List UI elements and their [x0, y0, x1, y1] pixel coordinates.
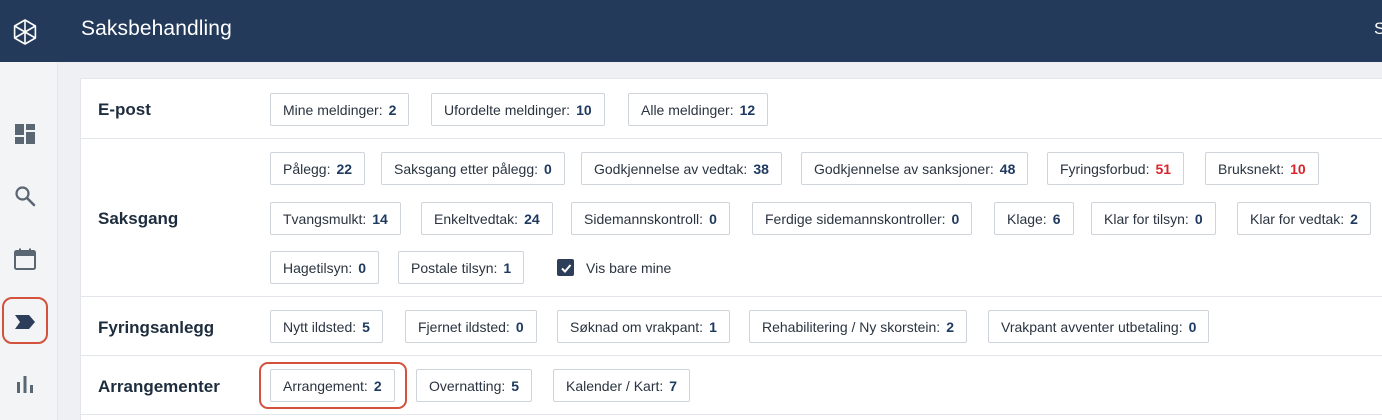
section-epost: E-post Mine meldinger: 2 Ufordelte meldin…: [81, 79, 1382, 139]
chip-fyringsforbud[interactable]: Fyringsforbud: 51: [1047, 152, 1185, 185]
vis-bare-mine-label: Vis bare mine: [586, 259, 672, 276]
chip-godkjennelse-sanksjoner[interactable]: Godkjennelse av sanksjoner: 48: [801, 152, 1029, 185]
dashboard-icon: [15, 124, 35, 144]
chip-ferdige-sidemannskontroller[interactable]: Ferdige sidemannskontroller: 0: [752, 202, 973, 235]
section-fyringsanlegg: Fyringsanlegg Nytt ildsted: 5 Fjernet ild…: [81, 297, 1382, 356]
chip-postale-tilsyn[interactable]: Postale tilsyn: 1: [398, 251, 525, 284]
chip-bruksnekt[interactable]: Bruksnekt: 10: [1205, 152, 1319, 185]
chip-kalender-kart[interactable]: Kalender / Kart: 7: [553, 369, 691, 402]
checkbox-checked-icon[interactable]: [557, 259, 574, 276]
search-icon: [15, 186, 36, 207]
section-label-saksgang: Saksgang: [98, 209, 179, 228]
chip-palegg[interactable]: Pålegg: 22: [270, 152, 366, 185]
section-label-fyringsanlegg: Fyringsanlegg: [98, 318, 215, 337]
chip-nytt-ildsted[interactable]: Nytt ildsted: 5: [270, 310, 383, 343]
chip-klar-for-vedtak[interactable]: Klar for vedtak: 2: [1237, 202, 1371, 235]
chip-saksgang-etter-palegg[interactable]: Saksgang etter pålegg: 0: [381, 152, 565, 185]
chip-enkeltvedtak[interactable]: Enkeltvedtak: 24: [421, 202, 553, 235]
chip-tvangsmulkt[interactable]: Tvangsmulkt: 14: [270, 202, 401, 235]
chip-rehabilitering-ny-skorstein[interactable]: Rehabilitering / Ny skorstein: 2: [749, 310, 967, 343]
app-logo-icon[interactable]: [10, 17, 40, 47]
chip-sidemannskontroll[interactable]: Sidemannskontroll: 0: [571, 202, 730, 235]
chip-godkjennelse-vedtak[interactable]: Godkjennelse av vedtak: 38: [581, 152, 782, 185]
vis-bare-mine-checkbox[interactable]: Vis bare mine: [557, 259, 671, 276]
sidebar-item-statistics[interactable]: [11, 370, 39, 398]
sidebar: [0, 62, 58, 420]
active-nav-highlight: [2, 297, 48, 344]
chip-fjernet-ildsted[interactable]: Fjernet ildsted: 0: [405, 310, 537, 343]
section-label-arrangementer: Arrangementer: [98, 377, 220, 396]
user-menu-text[interactable]: S: [1374, 19, 1382, 39]
chip-soknad-om-vrakpant[interactable]: Søknad om vrakpant: 1: [557, 310, 730, 343]
chip-vrakpant-avventer-utbetaling[interactable]: Vrakpant avventer utbetaling: 0: [988, 310, 1210, 343]
chip-klar-for-tilsyn[interactable]: Klar for tilsyn: 0: [1091, 202, 1216, 235]
chip-hagetilsyn[interactable]: Hagetilsyn: 0: [270, 251, 380, 284]
arrangement-highlight-ring: [259, 362, 407, 409]
top-bar: Saksbehandling S: [0, 0, 1382, 62]
sidebar-item-search[interactable]: [11, 182, 39, 210]
calendar-icon: [14, 248, 36, 270]
chip-klage[interactable]: Klage: 6: [994, 202, 1074, 235]
chip-alle-meldinger[interactable]: Alle meldinger: 12: [628, 93, 769, 126]
app-title: Saksbehandling: [81, 17, 232, 40]
section-saksgang: Saksgang Pålegg: 22 Saksgang etter pålegg…: [81, 139, 1382, 297]
sidebar-item-dashboard[interactable]: [11, 120, 39, 148]
chip-overnatting[interactable]: Overnatting: 5: [416, 369, 533, 402]
section-label-epost: E-post: [98, 100, 151, 119]
bar-chart-icon: [17, 376, 33, 393]
chip-mine-meldinger[interactable]: Mine meldinger: 2: [270, 93, 410, 126]
chip-ufordelte-meldinger[interactable]: Ufordelte meldinger: 10: [431, 93, 605, 126]
sidebar-item-calendar[interactable]: [11, 245, 39, 273]
